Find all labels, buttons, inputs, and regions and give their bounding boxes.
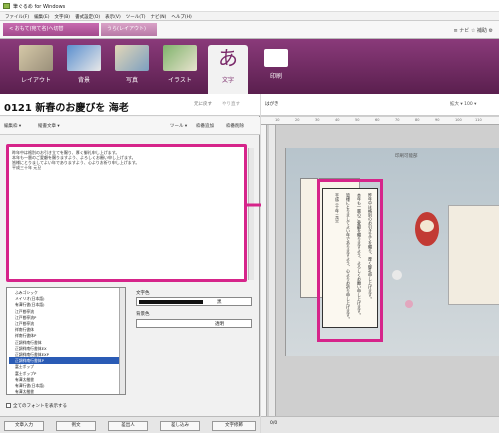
char-color-label: 文字色: [136, 291, 150, 296]
window-title: 筆ぐるめ for Windows: [13, 4, 66, 10]
menu-help[interactable]: ヘルプ(H): [171, 14, 191, 20]
tool-illustration[interactable]: イラスト: [160, 45, 200, 89]
show-all-fonts-checkbox[interactable]: 全てのフォントを表示する: [6, 403, 67, 409]
preview-text-line: 昨年中は格別のお引き立てを賜り、厚く御礼申し上げます。: [368, 193, 373, 301]
crumb-layout[interactable]: うら(レイアウト): [101, 23, 157, 36]
print-icon: [264, 49, 288, 67]
bg-color-label: 背景色: [136, 312, 150, 317]
horizontal-ruler: 10 20 30 40 50 60 70 80 90 100 110: [261, 117, 499, 125]
ruler-tick: 30: [315, 118, 320, 122]
tool-background-label: 背景: [77, 77, 90, 84]
ruler-tick: 110: [475, 118, 482, 122]
sender-button[interactable]: 差出人: [108, 421, 148, 431]
ruler-tick: 50: [355, 118, 360, 122]
preview-text-line: 皆様にとりましてよい年でありますよう、心よりお祈り申し上げます。: [346, 193, 351, 321]
char-color-select[interactable]: 黒: [136, 297, 252, 306]
main-toolbar: レイアウト 背景 写真 イラスト あ文字 印刷: [0, 39, 499, 94]
vertical-text-select[interactable]: 縦書文章 ▾: [38, 123, 60, 129]
text-input-area[interactable]: 昨年中は格別のお引き立てを賜り、厚く御礼申し上げます。 本年も一層のご愛顧を賜り…: [6, 144, 247, 282]
vertical-ruler: [261, 125, 267, 416]
text-line: 平成三十年 元旦: [12, 165, 42, 170]
background-icon: [67, 45, 101, 71]
redo-button[interactable]: やり直す: [222, 101, 240, 107]
daruma-illustration[interactable]: [415, 212, 439, 246]
preview-text-line: 平成三十年 元旦: [335, 193, 340, 223]
menu-file[interactable]: ファイル(F): [5, 14, 29, 20]
menu-text[interactable]: 文字(B): [54, 14, 70, 20]
menu-view[interactable]: 表示(V): [105, 14, 121, 20]
example-text-button[interactable]: 例文: [56, 421, 96, 431]
title-bar: 筆ぐるめ for Windows: [0, 0, 499, 12]
nav-helpers[interactable]: ≡ ナビ ☆ 補助 ⚙: [453, 27, 493, 34]
ruler-tick: 70: [395, 118, 400, 122]
text-decoration-button[interactable]: 文字修飾: [212, 421, 256, 431]
font-list-scrollbar[interactable]: [119, 288, 125, 394]
tool-photo[interactable]: 写真: [112, 45, 152, 89]
sub-toolbar: 編集枠 ▾ 縦書文章 ▾ ツール ▾ 枠番追加 枠番削除: [0, 117, 260, 135]
ruler-tick: 100: [455, 118, 462, 122]
tool-print[interactable]: 印刷: [256, 45, 296, 89]
tool-layout-label: レイアウト: [20, 77, 51, 84]
page-title: 0121 新春のお慶びを 海老: [4, 103, 129, 114]
printable-area-label: 印刷可能部: [395, 154, 418, 159]
tool-print-label: 印刷: [269, 73, 282, 80]
menu-format[interactable]: 書式設定(O): [75, 14, 100, 20]
zoom-select[interactable]: 拡大 ▾ 100 ▾: [450, 101, 476, 107]
font-list-item[interactable]: 有澤太楷書: [9, 388, 125, 395]
char-color-swatch: [139, 300, 203, 304]
bottom-toolbar: 文章入力 例文 差出人 差し込み 文字修飾: [0, 416, 260, 433]
bg-color-select[interactable]: 透明: [136, 319, 252, 328]
tool-illustration-label: イラスト: [168, 77, 192, 84]
tool-text[interactable]: あ文字: [208, 45, 248, 94]
menu-navi[interactable]: ナビ(N): [151, 14, 167, 20]
ruler-tick: 40: [335, 118, 340, 122]
text-input-button[interactable]: 文章入力: [4, 421, 44, 431]
tool-layout[interactable]: レイアウト: [16, 45, 56, 89]
show-all-fonts-label: 全てのフォントを表示する: [13, 404, 67, 409]
preview-title: はがき: [265, 102, 279, 107]
font-list[interactable]: ふみゴシック メイリオ(日本語) 有澤行書(日本語) 江戸勘亭流 江戸勘亭流P 江戸勘亭流…: [6, 287, 126, 395]
daruma-face: [420, 220, 434, 232]
checkbox-icon: [6, 403, 11, 408]
menu-bar: ファイル(F) 編集(E) 文字(B) 書式設定(O) 表示(V) ツール(T) ナビ(N)…: [0, 12, 499, 21]
tool-text-label: 文字: [221, 77, 234, 84]
tool-background[interactable]: 背景: [64, 45, 104, 89]
preview-text-line: 本年も一層のご愛顧を賜りますよう、よろしくお願い申し上げます。: [357, 193, 362, 317]
kite-illustration[interactable]: [448, 205, 499, 305]
illustration-icon: [163, 45, 197, 71]
insert-button[interactable]: 差し込み: [160, 421, 200, 431]
preview-bottom-bar: [261, 416, 499, 433]
menu-edit[interactable]: 編集(E): [34, 14, 49, 20]
tool-menu[interactable]: ツール ▾: [170, 123, 187, 129]
ruler-tick: 20: [295, 118, 300, 122]
tool-photo-label: 写真: [125, 77, 138, 84]
preview-scrollbar[interactable]: [269, 125, 276, 416]
page-indicator: 0/0: [270, 421, 278, 426]
bg-color-value: 透明: [215, 322, 224, 327]
ruler-tick: 10: [275, 118, 280, 122]
char-color-value: 黒: [217, 300, 222, 305]
breadcrumb: < おもて(宛て名)へ切替 うら(レイアウト) ≡ ナビ ☆ 補助 ⚙: [0, 21, 499, 39]
ruler-tick: 90: [435, 118, 440, 122]
menu-tools[interactable]: ツール(T): [126, 14, 146, 20]
plum-blossom-illustration: [405, 300, 413, 308]
plum-blossom-illustration: [392, 270, 402, 280]
ruler-tick: 60: [375, 118, 380, 122]
add-frame-button[interactable]: 枠番追加: [196, 123, 214, 129]
switch-to-front-button[interactable]: < おもて(宛て名)へ切替: [3, 23, 99, 36]
frame-select[interactable]: 編集枠 ▾: [4, 123, 21, 129]
text-icon: あ: [218, 46, 238, 70]
app-icon: [3, 3, 10, 9]
text-scrollbar[interactable]: [248, 148, 254, 280]
photo-icon: [115, 45, 149, 71]
vertical-text-preview: 昨年中は格別のお引き立てを賜り、厚く御礼申し上げます。 本年も一層のご愛顧を賜りま…: [322, 188, 378, 328]
undo-button[interactable]: 元に戻す: [194, 101, 212, 107]
layout-icon: [19, 45, 53, 71]
ruler-tick: 80: [415, 118, 420, 122]
delete-frame-button[interactable]: 枠番削除: [226, 123, 244, 129]
